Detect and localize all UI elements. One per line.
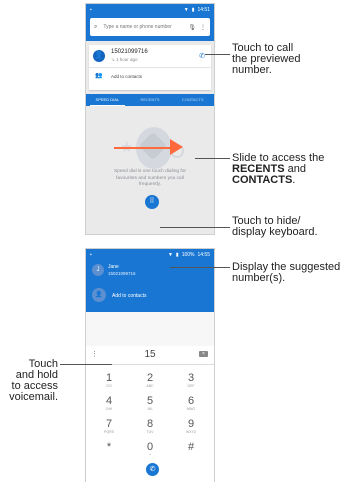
list-spacer [86, 312, 214, 346]
dial-key-letters: MNO [186, 407, 196, 411]
callout-slide-contacts: CONTACTS [232, 174, 293, 186]
dial-key-digit: 6 [187, 395, 195, 407]
status-time: 14:55 [197, 251, 210, 258]
callout-hide: Touch to hide/ display keyboard. [232, 216, 318, 238]
recent-time: ↘ 1 hour ago [111, 57, 138, 62]
search-header: ⌕ Type a name or phone number 🎙 ⋮ [86, 15, 214, 41]
dial-key-digit: 9 [187, 418, 195, 430]
dial-key[interactable]: 8 TUV [135, 419, 165, 435]
battery-icon: ▮ [191, 6, 195, 13]
callout-suggest: Display the suggested number(s). [232, 262, 340, 284]
dial-key-letters [94, 453, 124, 458]
speed-dial-area[interactable]: ★ Speed dial is one touch dialing for fa… [86, 106, 214, 232]
callout-line-voicemail [60, 364, 112, 365]
callout-voicemail: Touch and hold to access voicemail. [2, 359, 58, 403]
add-to-contacts-link[interactable]: Add to contacts [112, 293, 146, 299]
dial-key[interactable]: 6 MNO [176, 396, 206, 412]
dialed-digits[interactable]: 15 [86, 349, 214, 360]
dial-key-letters: GHI [105, 407, 113, 411]
keypad-toggle-button[interactable]: ⠿ [145, 195, 159, 209]
add-contact-icon[interactable]: 👥 [95, 72, 102, 79]
callout-voicemail-line4: voicemail. [9, 391, 58, 403]
dialer-tabs: SPEED DIAL RECENTS CONTACTS [86, 94, 214, 106]
search-input[interactable]: ⌕ Type a name or phone number 🎙 ⋮ [90, 18, 210, 36]
dial-key-digit: 7 [105, 418, 113, 430]
dial-key[interactable]: 2 ABC [135, 373, 165, 389]
dial-key-letters: JKL [146, 407, 154, 411]
dial-key-digit: # [187, 441, 195, 453]
callout-call: Touch to call the previewed number. [232, 43, 301, 76]
microphone-icon[interactable]: 🎙 [188, 24, 196, 31]
dial-key[interactable]: 7 PQRS [94, 419, 124, 435]
backspace-icon[interactable]: × [199, 351, 208, 357]
suggested-number[interactable]: 15021099716 [108, 271, 136, 276]
dial-key-letters: TUV [146, 430, 154, 434]
callout-line-call [205, 54, 230, 55]
dial-key-digit: 4 [105, 395, 113, 407]
dial-key-digit: 2 [146, 372, 154, 384]
callout-line-suggest [170, 267, 230, 268]
call-button[interactable]: ✆ [146, 463, 159, 476]
dial-key-digit: * [106, 441, 112, 453]
dial-key-letters: WXYZ [185, 430, 197, 434]
signal-icon: ▼ [167, 251, 173, 258]
dial-key[interactable]: 3 DEF [176, 373, 206, 389]
phone-screen-dialer: ▪ ▼ ▮ 14:51 ⌕ Type a name or phone numbe… [85, 3, 215, 235]
swipe-arrow-icon [170, 139, 183, 155]
dial-key-digit: 5 [146, 395, 154, 407]
battery-percent: 100% [181, 251, 195, 258]
phone-screen-keypad: ▪ ▼ ▮ 100% 14:55 J Jane 15021099716 👤 Ad… [85, 248, 215, 482]
dial-key[interactable]: 1 GO [94, 373, 124, 389]
dial-key[interactable]: 5 JKL [135, 396, 165, 412]
notification-icon: ▪ [90, 251, 92, 258]
avatar: J [92, 264, 104, 276]
dialed-digits-bar: ⋮ 15 × [86, 346, 214, 365]
dial-key-letters: PQRS [104, 430, 114, 434]
dial-key-digit: 8 [146, 418, 154, 430]
tab-speed-dial[interactable]: SPEED DIAL [86, 94, 129, 106]
callout-slide: Slide to access the RECENTS and CONTACTS… [232, 153, 324, 186]
dial-key-digit: 3 [187, 372, 195, 384]
battery-icon: ▮ [175, 251, 179, 258]
dial-key[interactable]: 4 GHI [94, 396, 124, 412]
tab-recents[interactable]: RECENTS [129, 94, 172, 106]
dial-key[interactable]: 0 + [135, 442, 165, 458]
status-time: 14:51 [197, 6, 210, 13]
tab-contacts[interactable]: CONTACTS [171, 94, 214, 106]
avatar: 👤 [93, 50, 105, 62]
callout-slide-period: . [292, 174, 296, 186]
callout-line-hide [160, 227, 230, 228]
add-contact-icon[interactable]: 👤 [92, 288, 106, 302]
callout-hide-line2: display keyboard. [232, 226, 318, 238]
search-placeholder: Type a name or phone number [103, 24, 172, 30]
status-bar: ▪ ▼ ▮ 100% 14:55 [86, 249, 214, 260]
dial-key-letters: DEF [187, 384, 195, 388]
speed-dial-description: Speed dial is one touch dialing for favo… [113, 169, 186, 187]
divider [89, 67, 211, 68]
signal-icon: ▼ [183, 6, 189, 13]
dial-key-digit: 1 [105, 372, 113, 384]
search-icon: ⌕ [94, 23, 98, 30]
suggested-name[interactable]: Jane [108, 264, 119, 270]
callout-suggest-line2: number(s). [232, 272, 286, 284]
callout-line-slide [195, 158, 230, 159]
dial-key[interactable]: * [94, 442, 124, 458]
dial-key-digit: 0 [146, 441, 154, 453]
recent-time-label: 1 hour ago [116, 57, 138, 62]
recent-call-card: 👤 15021099716 ↘ 1 hour ago ✆ 👥 Add to co… [89, 45, 211, 90]
swipe-arrow-line [114, 147, 174, 149]
dial-key[interactable]: # [176, 442, 206, 458]
dial-key-letters: GO [106, 384, 112, 388]
dial-key-letters: ABC [146, 384, 154, 388]
dial-key[interactable]: 9 WXYZ [176, 419, 206, 435]
dial-key-letters [176, 453, 206, 458]
dial-key-letters: + [148, 453, 152, 457]
recent-number: 15021099716 [111, 49, 148, 55]
add-to-contacts-link[interactable]: Add to contacts [111, 74, 142, 79]
more-options-icon[interactable]: ⋮ [200, 24, 206, 31]
notification-icon: ▪ [90, 6, 92, 13]
status-bar: ▪ ▼ ▮ 14:51 [86, 4, 214, 15]
dial-pad: 1 GO 2 ABC 3 DEF 4 GHI 5 JKL 6 MNO 7 PQRS 8 TUV 9 WXYZ * 0 +… [86, 365, 214, 482]
callout-call-line3: number. [232, 64, 272, 76]
